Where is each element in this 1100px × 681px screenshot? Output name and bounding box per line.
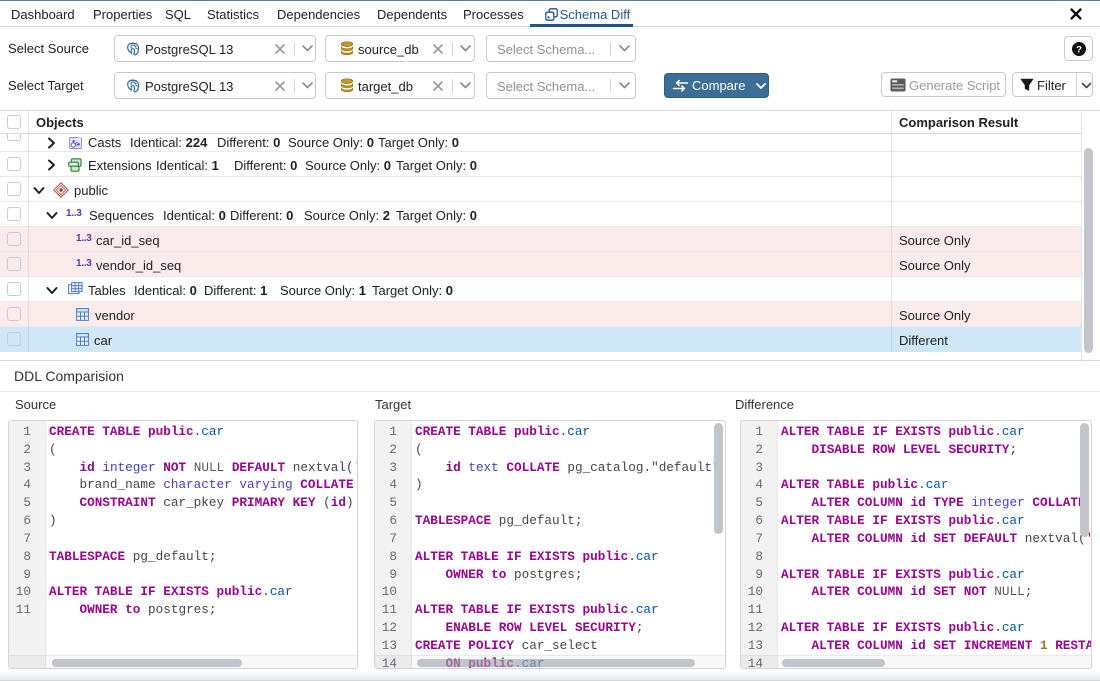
svg-text:?: ? [1076, 44, 1082, 55]
